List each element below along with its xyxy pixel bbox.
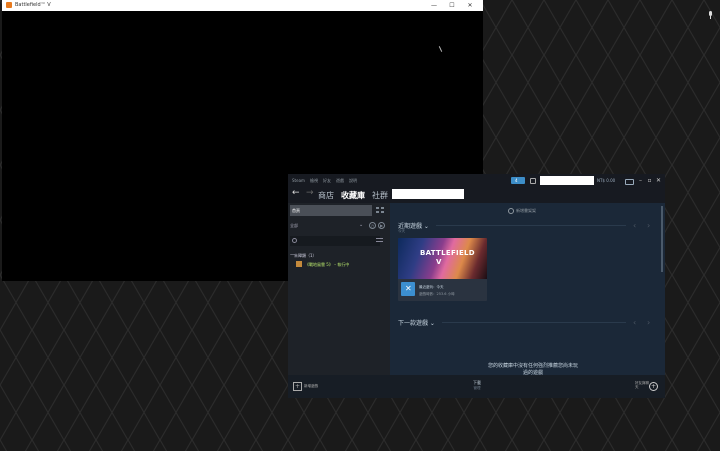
menu-help[interactable]: 說明 bbox=[349, 178, 357, 184]
steam-close-button[interactable]: ✕ bbox=[654, 176, 663, 185]
clock-icon[interactable]: ◷ bbox=[369, 222, 376, 229]
username-tab-box[interactable] bbox=[392, 189, 464, 199]
back-arrow-icon[interactable]: ← bbox=[292, 188, 300, 198]
plus-circle-icon bbox=[508, 208, 514, 214]
friends-chat-button[interactable]: 好友與聊天 bbox=[635, 381, 649, 389]
library-sidebar: 首頁 全部 ⌄ ◷ ▶ — 未歸類（1） 《戰地風雲 5》 – 執行中 bbox=[288, 203, 390, 375]
account-name-box[interactable] bbox=[540, 176, 594, 185]
add-game-button[interactable]: 新增遊戲 bbox=[304, 384, 318, 389]
next-prev-arrow-icon[interactable]: ‹ bbox=[633, 318, 636, 327]
add-shelf-button[interactable]: 新增書架架 bbox=[508, 208, 536, 214]
tab-community[interactable]: 社群 bbox=[372, 190, 388, 201]
chevron-down-icon[interactable]: ⌄ bbox=[359, 222, 363, 228]
search-icon bbox=[292, 238, 297, 243]
notification-button[interactable]: 4 bbox=[511, 177, 525, 184]
friends-add-icon[interactable]: + bbox=[649, 382, 658, 391]
sidebar-item-battlefield-v[interactable]: 《戰地風雲 5》 – 執行中 bbox=[305, 262, 349, 268]
next-next-arrow-icon[interactable]: › bbox=[647, 318, 650, 327]
steam-menubar: Steam 檢視 好友 遊戲 說明 4 NT$ 0.00 – ▫ ✕ bbox=[288, 174, 665, 186]
minimize-button[interactable]: — bbox=[425, 1, 443, 10]
divider bbox=[436, 225, 626, 226]
steam-bottombar: + 新增遊戲 下載 管理 好友與聊天 + bbox=[288, 375, 665, 398]
wallet-balance: NT$ 0.00 bbox=[597, 178, 616, 183]
game-card-battlefield-v[interactable]: BATTLEFIELD V ✕ 最近遊玩：今天 遊戲時數：253.6 小時 bbox=[398, 238, 487, 301]
steam-window[interactable]: Steam 檢視 好友 遊戲 說明 4 NT$ 0.00 – ▫ ✕ ← → 商… bbox=[288, 174, 665, 398]
category-uncategorized[interactable]: 未歸類（1） bbox=[294, 253, 317, 259]
scrollbar[interactable] bbox=[661, 206, 663, 272]
cover-roman: V bbox=[436, 258, 442, 266]
library-search-input[interactable] bbox=[290, 236, 380, 246]
steam-maximize-button[interactable]: ▫ bbox=[645, 176, 654, 185]
tab-store[interactable]: 商店 bbox=[318, 190, 334, 201]
recent-next-arrow-icon[interactable]: › bbox=[647, 221, 650, 230]
library-main: 新增書架架 近期遊戲 ⌄ 今天 ‹ › BATTLEFIELD V ✕ 最近遊玩… bbox=[390, 203, 665, 376]
battlefield-app-icon bbox=[6, 2, 12, 8]
menu-steam[interactable]: Steam bbox=[292, 178, 305, 183]
steam-navbar: ← → 商店 收藏庫 社群 bbox=[288, 186, 665, 203]
downloads-sub: 管理 bbox=[473, 386, 481, 390]
forward-arrow-icon[interactable]: → bbox=[306, 188, 314, 198]
game-icon bbox=[296, 261, 302, 267]
play-time: 遊戲時數：253.6 小時 bbox=[419, 292, 455, 296]
microphone-icon bbox=[707, 11, 714, 20]
mouse-cursor-icon bbox=[438, 46, 443, 52]
play-filter-icon[interactable]: ▶ bbox=[378, 222, 385, 229]
grid-view-icon[interactable] bbox=[376, 207, 385, 214]
last-played: 最近遊玩：今天 bbox=[419, 285, 444, 289]
menu-view[interactable]: 檢視 bbox=[310, 178, 318, 184]
recent-games-subtitle: 今天 bbox=[398, 229, 405, 233]
next-game-title[interactable]: 下一款遊戲 ⌄ bbox=[398, 318, 435, 327]
game-cover-art: BATTLEFIELD V bbox=[398, 238, 487, 279]
tab-library[interactable]: 收藏庫 bbox=[341, 190, 365, 201]
battlefield-logo-icon: ✕ bbox=[401, 282, 415, 296]
game-window-title: Battlefield™ V bbox=[15, 2, 51, 8]
advanced-filter-icon[interactable] bbox=[376, 238, 383, 243]
close-button[interactable]: ✕ bbox=[461, 1, 479, 10]
big-picture-icon[interactable] bbox=[625, 179, 634, 185]
lock-icon[interactable] bbox=[530, 178, 536, 184]
steam-minimize-button[interactable]: – bbox=[636, 176, 645, 185]
add-game-icon[interactable]: + bbox=[293, 382, 302, 391]
cover-title: BATTLEFIELD bbox=[420, 249, 475, 257]
home-button[interactable]: 首頁 bbox=[290, 205, 372, 216]
game-titlebar[interactable]: Battlefield™ V — ☐ ✕ bbox=[2, 0, 483, 11]
notification-count: 4 bbox=[515, 178, 518, 183]
menu-friends[interactable]: 好友 bbox=[323, 178, 331, 184]
filter-dropdown[interactable]: 全部 bbox=[290, 223, 298, 229]
divider bbox=[442, 322, 626, 323]
recent-prev-arrow-icon[interactable]: ‹ bbox=[633, 221, 636, 230]
maximize-button[interactable]: ☐ bbox=[443, 1, 461, 10]
menu-games[interactable]: 遊戲 bbox=[336, 178, 344, 184]
home-label: 首頁 bbox=[292, 208, 300, 213]
